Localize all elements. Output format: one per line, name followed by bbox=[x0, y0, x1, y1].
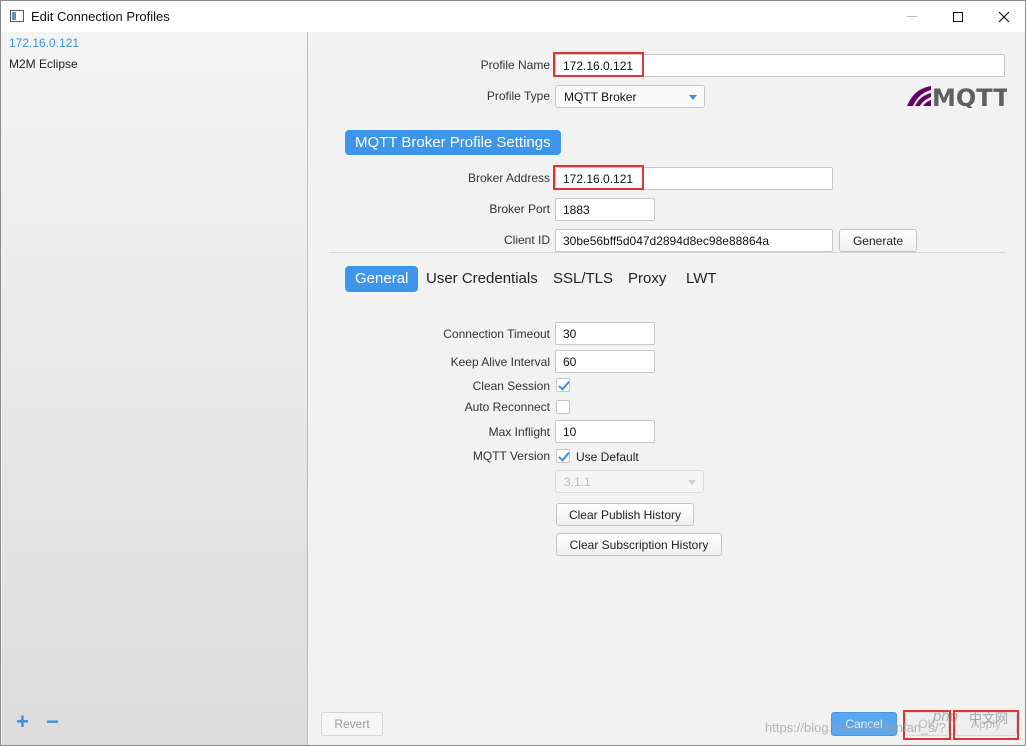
clear-subscription-history-button[interactable]: Clear Subscription History bbox=[556, 533, 722, 556]
profile-name-highlight bbox=[553, 52, 644, 77]
section-divider bbox=[329, 252, 1005, 253]
chevron-down-icon bbox=[688, 480, 696, 485]
profile-settings-panel: Profile Name 172.16.0.121 Profile Type M… bbox=[309, 32, 1025, 745]
watermark-url: https://blog.csdn.net/fanfan_s/? bbox=[765, 720, 946, 735]
app-window-icon bbox=[10, 10, 24, 22]
max-inflight-label: Max Inflight bbox=[488, 425, 550, 439]
generate-button[interactable]: Generate bbox=[839, 229, 917, 252]
use-default-checkbox[interactable] bbox=[556, 449, 570, 463]
revert-button[interactable]: Revert bbox=[321, 712, 383, 736]
edit-connection-profiles-window: Edit Connection Profiles 172.16.0.121 M2… bbox=[0, 0, 1026, 746]
add-profile-button[interactable]: + bbox=[16, 711, 29, 733]
keep-alive-field[interactable]: 60 bbox=[555, 350, 655, 373]
clear-publish-history-button[interactable]: Clear Publish History bbox=[556, 503, 694, 526]
mqtt-logo-text: MQTT bbox=[932, 84, 1007, 108]
auto-reconnect-label: Auto Reconnect bbox=[464, 400, 550, 414]
mqtt-version-value: 3.1.1 bbox=[564, 475, 591, 489]
tab-general[interactable]: General bbox=[345, 266, 419, 292]
mqtt-version-select: 3.1.1 bbox=[555, 470, 704, 493]
client-id-field[interactable]: 30be56bff5d047d2894d8ec98e88864a bbox=[555, 229, 833, 252]
profile-list-sidebar: 172.16.0.121 M2M Eclipse + − bbox=[2, 32, 308, 745]
profile-name-label: Profile Name bbox=[480, 58, 550, 72]
clean-session-label: Clean Session bbox=[472, 379, 550, 393]
tab-lwt[interactable]: LWT bbox=[686, 266, 717, 292]
profile-item-m2m-eclipse[interactable]: M2M Eclipse bbox=[9, 57, 78, 71]
client-id-label: Client ID bbox=[503, 233, 550, 247]
auto-reconnect-checkbox[interactable] bbox=[556, 400, 570, 414]
clean-session-checkbox[interactable] bbox=[556, 378, 570, 392]
php-watermark-logo: php bbox=[933, 708, 959, 725]
maximize-icon bbox=[953, 11, 963, 22]
minimize-icon bbox=[907, 16, 917, 17]
profile-type-select[interactable]: MQTT Broker bbox=[555, 85, 705, 108]
php-watermark-text: 中文网 bbox=[969, 711, 1009, 726]
mqtt-version-label: MQTT Version bbox=[472, 449, 550, 463]
window-title: Edit Connection Profiles bbox=[31, 9, 170, 24]
minimize-button[interactable] bbox=[889, 1, 935, 32]
broker-port-field[interactable]: 1883 bbox=[555, 198, 655, 221]
chevron-down-icon bbox=[689, 95, 697, 100]
mqtt-logo: MQTT bbox=[907, 84, 1007, 108]
connection-timeout-field[interactable]: 30 bbox=[555, 322, 655, 345]
broker-address-label: Broker Address bbox=[467, 171, 550, 185]
close-button[interactable] bbox=[981, 1, 1026, 32]
title-bar: Edit Connection Profiles bbox=[1, 1, 1025, 32]
remove-profile-button[interactable]: − bbox=[46, 711, 59, 733]
profile-item-172-16-0-121[interactable]: 172.16.0.121 bbox=[9, 36, 79, 50]
connection-timeout-label: Connection Timeout bbox=[443, 327, 550, 341]
maximize-button[interactable] bbox=[935, 1, 981, 32]
tab-user-credentials[interactable]: User Credentials bbox=[426, 266, 538, 292]
max-inflight-field[interactable]: 10 bbox=[555, 420, 655, 443]
broker-port-label: Broker Port bbox=[489, 202, 550, 216]
broker-settings-header: MQTT Broker Profile Settings bbox=[345, 130, 561, 155]
profile-type-value: MQTT Broker bbox=[564, 90, 637, 104]
broker-address-highlight bbox=[553, 165, 644, 190]
tab-ssl-tls[interactable]: SSL/TLS bbox=[553, 266, 613, 292]
keep-alive-label: Keep Alive Interval bbox=[450, 355, 550, 369]
profile-type-label: Profile Type bbox=[486, 89, 550, 103]
use-default-label: Use Default bbox=[576, 450, 639, 464]
tab-proxy[interactable]: Proxy bbox=[628, 266, 666, 292]
close-icon bbox=[998, 11, 1010, 22]
